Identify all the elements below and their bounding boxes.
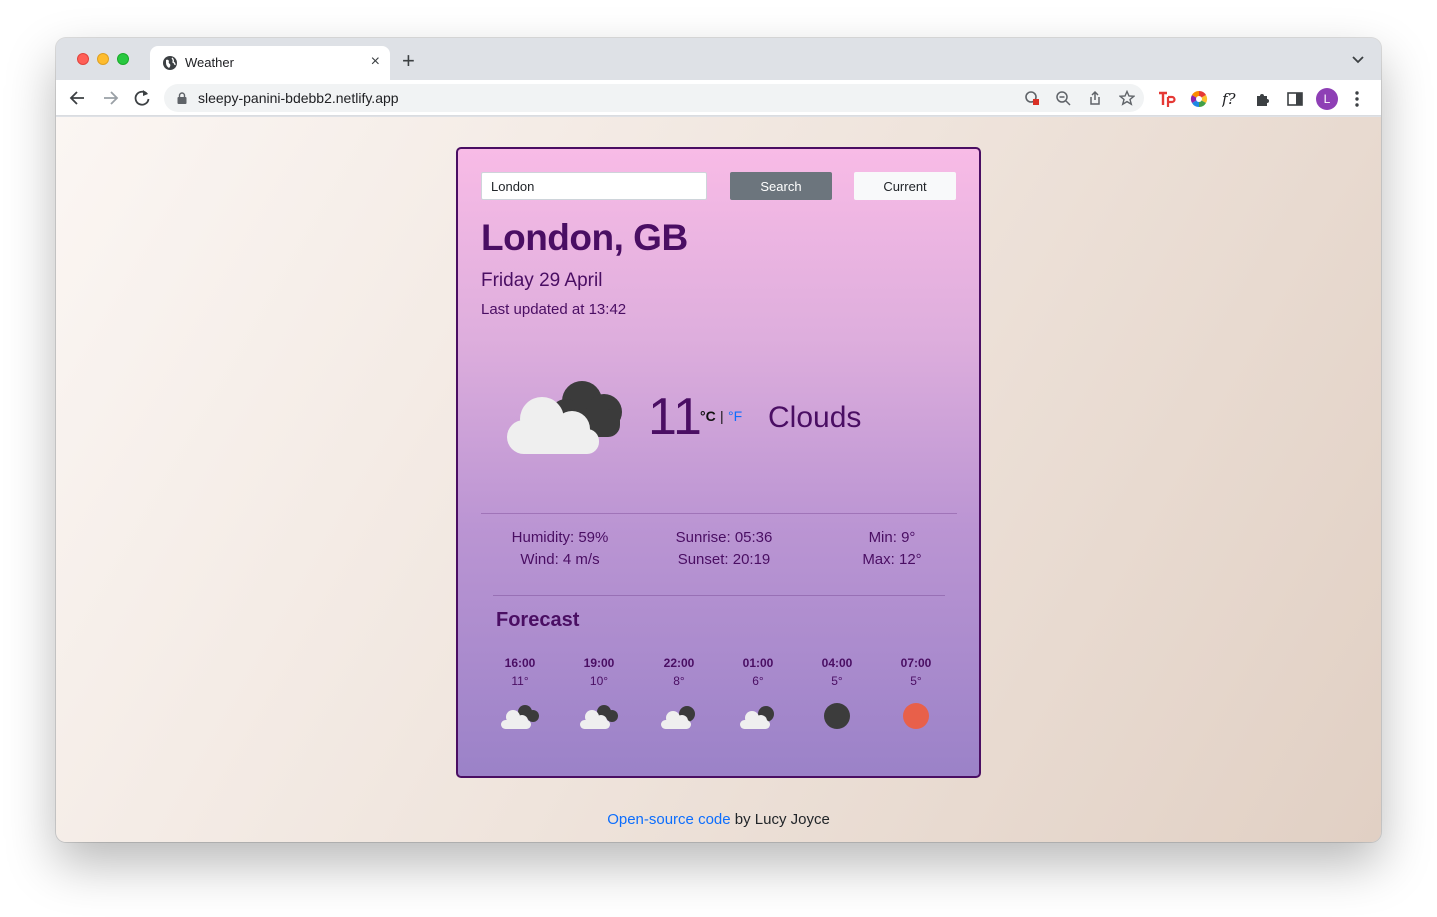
- weather-card: Search Current London, GB Friday 29 Apri…: [456, 147, 981, 778]
- forecast-item: 22:00 8°: [639, 654, 719, 732]
- moon-clear-icon: [824, 703, 850, 729]
- author-credit: by Lucy Joyce: [730, 811, 830, 828]
- side-panel-icon[interactable]: [1286, 90, 1304, 108]
- humidity-value: Humidity: 59%: [511, 529, 609, 546]
- forecast-time: 19:00: [583, 656, 615, 670]
- city-title: London, GB: [481, 217, 688, 258]
- forecast-time: 01:00: [742, 656, 774, 670]
- forecast-time: 16:00: [504, 656, 536, 670]
- weather-description: Clouds: [768, 401, 862, 434]
- page-viewport: Search Current London, GB Friday 29 Apri…: [56, 117, 1381, 842]
- url-text: sleepy-panini-bdebb2.netlify.app: [198, 90, 399, 106]
- humidity-wind-stats: Humidity: 59% Wind: 4 m/s: [470, 527, 650, 571]
- cloud-broken-icon: [501, 705, 539, 729]
- page-footer: Open-source code by Lucy Joyce: [56, 811, 1381, 828]
- share-icon[interactable]: [1087, 90, 1103, 106]
- tab-strip: Weather × +: [56, 38, 1381, 80]
- search-button[interactable]: Search: [730, 172, 832, 200]
- extensions-puzzle-icon[interactable]: [1254, 90, 1272, 108]
- forecast-item: 16:00 11°: [480, 654, 560, 732]
- new-tab-button[interactable]: +: [402, 50, 415, 72]
- cloud-night-icon: [740, 706, 774, 729]
- cloud-night-icon: [661, 706, 695, 729]
- current-location-button[interactable]: Current: [854, 172, 956, 200]
- forecast-temp: 8°: [673, 674, 685, 688]
- zoom-out-icon[interactable]: [1055, 90, 1071, 106]
- forecast-time: 07:00: [900, 656, 932, 670]
- forecast-temp: 6°: [752, 674, 764, 688]
- profile-avatar[interactable]: L: [1316, 88, 1338, 110]
- more-menu-icon[interactable]: [1354, 90, 1360, 108]
- stats-divider: [481, 513, 957, 514]
- forecast-item: 04:00 5°: [797, 654, 877, 732]
- sunset-value: Sunset: 20:19: [677, 551, 771, 568]
- wind-value: Wind: 4 m/s: [520, 551, 600, 568]
- forecast-temp: 5°: [831, 674, 843, 688]
- maximize-window-button[interactable]: [117, 53, 129, 65]
- globe-icon: [163, 56, 177, 70]
- forecast-item: 19:00 10°: [559, 654, 639, 732]
- celsius-toggle[interactable]: °C: [700, 408, 716, 424]
- current-date: Friday 29 April: [481, 270, 603, 291]
- close-window-button[interactable]: [77, 53, 89, 65]
- min-temp-value: Min: 9°: [868, 529, 916, 546]
- forecast-temp: 5°: [910, 674, 922, 688]
- tracking-blocked-icon[interactable]: [1024, 90, 1040, 106]
- source-code-link[interactable]: Open-source code: [607, 811, 730, 828]
- current-temperature: 11: [648, 388, 702, 446]
- tp-extension-icon[interactable]: [1158, 90, 1176, 108]
- tab-weather[interactable]: Weather ×: [150, 46, 390, 80]
- bookmark-star-icon[interactable]: [1119, 90, 1135, 106]
- unit-separator: |: [720, 408, 724, 424]
- max-temp-value: Max: 12°: [862, 551, 922, 568]
- forecast-heading: Forecast: [496, 609, 580, 631]
- forecast-temp: 10°: [589, 674, 609, 688]
- tab-close-icon[interactable]: ×: [371, 53, 380, 71]
- browser-window: Weather × + sleepy-panini-bdebb2.netlify…: [56, 38, 1381, 842]
- forecast-time: 22:00: [663, 656, 695, 670]
- browser-toolbar: sleepy-panini-bdebb2.netlify.app f? L: [56, 80, 1381, 116]
- last-updated-text: Last updated at 13:42: [481, 301, 627, 318]
- forecast-temp: 11°: [511, 674, 529, 688]
- chevron-down-icon[interactable]: [1351, 52, 1365, 66]
- lock-icon: [177, 92, 187, 104]
- back-arrow-icon[interactable]: [68, 88, 88, 108]
- fahrenheit-link[interactable]: °F: [728, 408, 742, 424]
- sun-clear-icon: [903, 703, 929, 729]
- min-max-stats: Min: 9° Max: 12°: [802, 527, 982, 571]
- sun-times-stats: Sunrise: 05:36 Sunset: 20:19: [634, 527, 814, 571]
- forecast-divider: [493, 595, 945, 596]
- reload-icon[interactable]: [132, 88, 152, 108]
- sunrise-value: Sunrise: 05:36: [675, 529, 773, 546]
- forecast-time: 04:00: [821, 656, 853, 670]
- font-finder-icon[interactable]: f?: [1222, 90, 1242, 108]
- color-wheel-icon[interactable]: [1190, 90, 1208, 108]
- minimize-window-button[interactable]: [97, 53, 109, 65]
- address-bar[interactable]: sleepy-panini-bdebb2.netlify.app: [164, 84, 1144, 112]
- cloud-broken-icon: [580, 705, 618, 729]
- cloud-broken-icon: [507, 381, 622, 454]
- forward-arrow-icon[interactable]: [100, 88, 120, 108]
- forecast-item: 07:00 5°: [876, 654, 956, 732]
- city-search-input[interactable]: [481, 172, 707, 200]
- tab-title: Weather: [185, 55, 234, 70]
- forecast-item: 01:00 6°: [718, 654, 798, 732]
- svg-text:f?: f?: [1222, 90, 1237, 108]
